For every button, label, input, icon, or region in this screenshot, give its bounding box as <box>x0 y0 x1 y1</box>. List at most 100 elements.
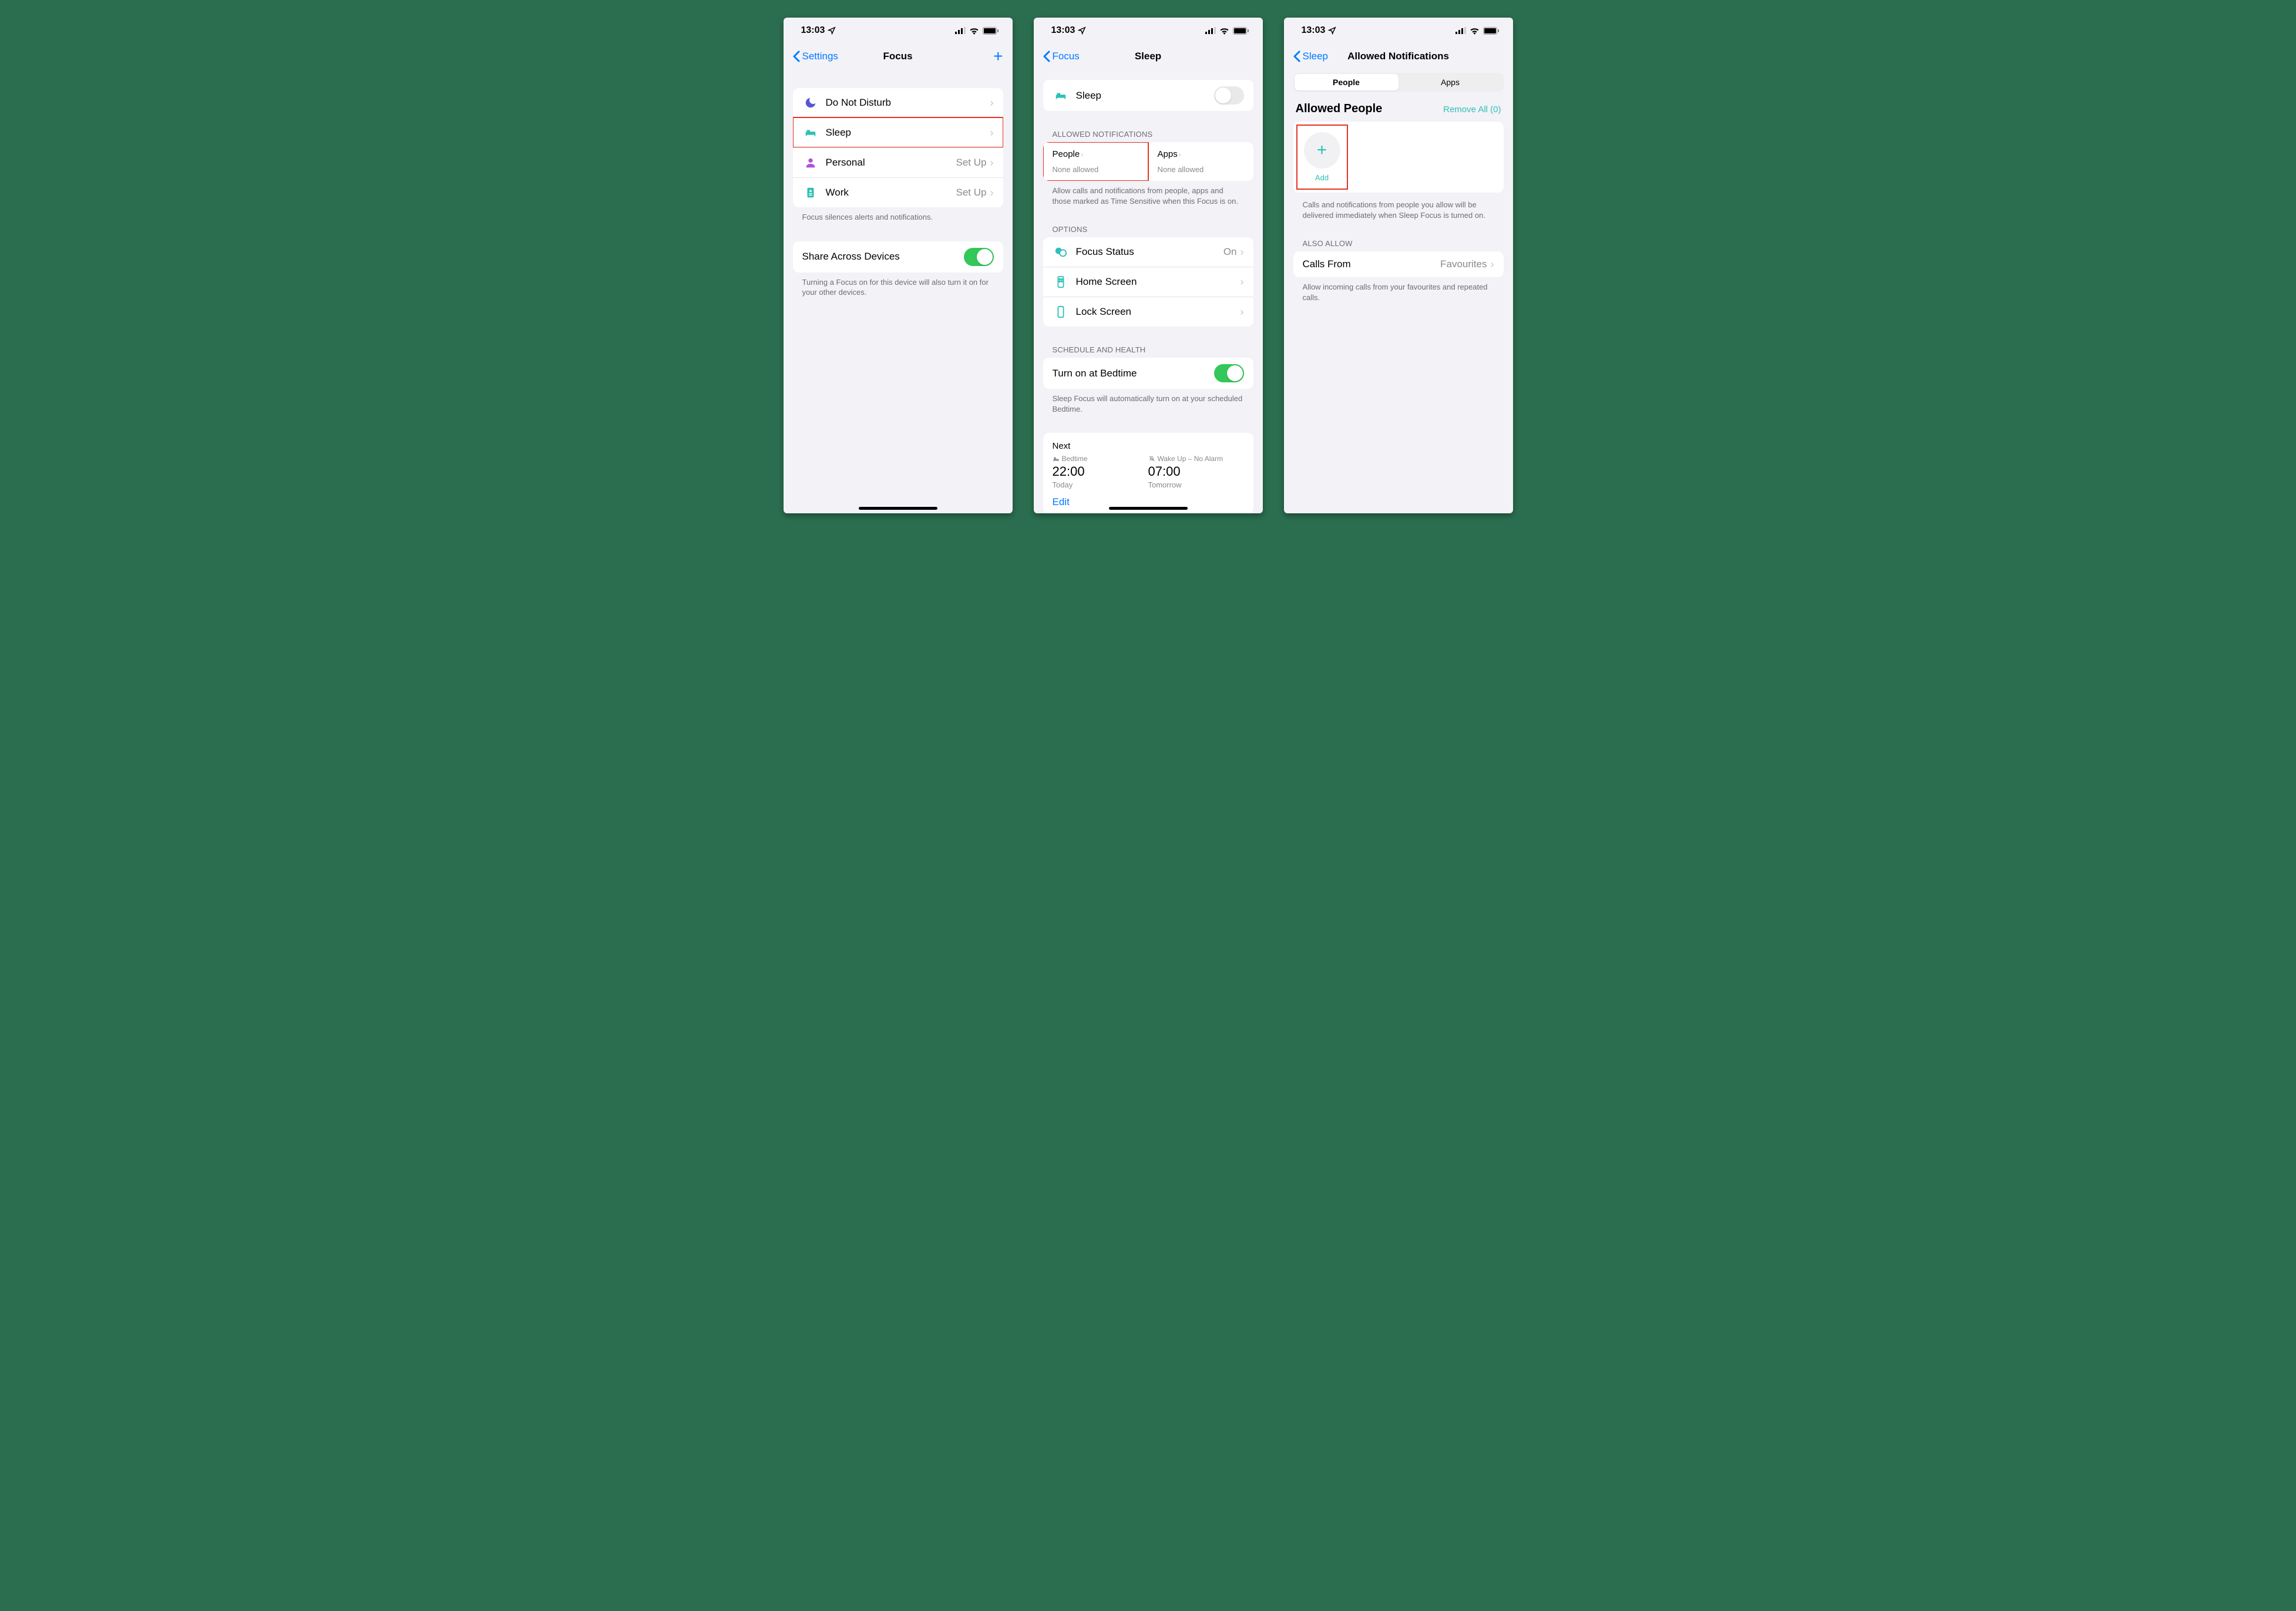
edit-button[interactable]: Edit <box>1053 496 1070 508</box>
group-footer: Turning a Focus on for this device will … <box>784 273 1013 298</box>
back-label: Sleep <box>1303 51 1328 62</box>
group-header: ALSO ALLOW <box>1284 239 1513 251</box>
row-value: Set Up <box>956 157 987 169</box>
tab-apps[interactable]: Apps <box>1399 74 1502 90</box>
page-title: Sleep <box>1135 51 1161 62</box>
battery-icon <box>983 27 999 35</box>
add-person-button[interactable]: + Add <box>1297 125 1347 189</box>
badge-icon <box>802 184 819 201</box>
page-title: Focus <box>883 51 912 62</box>
add-focus-button[interactable]: + <box>993 47 1003 66</box>
meta-label: Bedtime <box>1062 455 1088 463</box>
bedtime-time: 22:00 <box>1053 464 1148 479</box>
location-arrow-icon <box>828 26 836 35</box>
share-across-devices-row: Share Across Devices <box>793 241 1003 273</box>
share-devices-switch[interactable] <box>964 248 994 266</box>
location-arrow-icon <box>1078 26 1086 35</box>
tab-people[interactable]: People <box>1295 74 1399 90</box>
cellular-icon <box>1455 27 1466 34</box>
sub-value: None allowed <box>1053 165 1139 174</box>
focus-item-work[interactable]: Work Set Up › <box>793 177 1003 207</box>
status-icons <box>1455 27 1499 35</box>
wakeup-day: Tomorrow <box>1148 480 1244 489</box>
sleep-switch[interactable] <box>1214 86 1244 105</box>
focus-item-dnd[interactable]: Do Not Disturb › <box>793 88 1003 117</box>
wakeup-block: Wake Up – No Alarm 07:00 Tomorrow <box>1148 455 1244 489</box>
plus-icon: + <box>1304 132 1340 169</box>
home-indicator[interactable] <box>859 507 937 510</box>
schedule-card: Next Bedtime 22:00 Today Wake Up – No <box>1043 433 1253 513</box>
group-footer: Allow incoming calls from your favourite… <box>1284 277 1513 302</box>
back-label: Focus <box>1053 51 1080 62</box>
wifi-icon <box>1470 27 1480 35</box>
bed-icon <box>802 125 819 141</box>
home-indicator[interactable] <box>1109 507 1188 510</box>
battery-icon <box>1483 27 1499 35</box>
group-header: ALLOWED NOTIFICATIONS <box>1034 130 1263 142</box>
chevron-right-icon: › <box>1241 246 1244 258</box>
group-footer: Allow calls and notifications from peopl… <box>1034 181 1263 206</box>
back-button[interactable]: Settings <box>793 51 838 62</box>
row-label: Turn on at Bedtime <box>1053 368 1214 379</box>
nav-bar: Settings Focus + <box>784 43 1013 69</box>
row-label: Focus Status <box>1076 246 1223 258</box>
bedtime-toggle-row: Turn on at Bedtime <box>1043 358 1253 389</box>
phone-sleep-detail: 13:03 Focus Sleep Sleep <box>1034 18 1263 513</box>
lock-screen-icon <box>1053 304 1069 320</box>
lock-screen-row[interactable]: Lock Screen › <box>1043 297 1253 327</box>
group-footer: Focus silences alerts and notifications. <box>784 207 1013 223</box>
sub-label: Apps <box>1158 149 1178 159</box>
chevron-right-icon: › <box>1179 150 1181 159</box>
status-time: 13:03 <box>1302 25 1326 36</box>
row-label: Home Screen <box>1076 276 1241 288</box>
row-label: Sleep <box>826 127 990 139</box>
calls-from-row[interactable]: Calls From Favourites › <box>1293 251 1504 277</box>
status-bar: 13:03 <box>1034 18 1263 43</box>
row-label: Calls From <box>1303 258 1441 270</box>
wifi-icon <box>1219 27 1229 35</box>
status-icons <box>955 27 999 35</box>
home-screen-icon <box>1053 274 1069 290</box>
phone-allowed-notifications: 13:03 Sleep Allowed Notifications People… <box>1284 18 1513 513</box>
group-footer: Sleep Focus will automatically turn on a… <box>1034 389 1263 414</box>
group-header: SCHEDULE AND HEALTH <box>1034 345 1263 358</box>
back-button[interactable]: Sleep <box>1293 51 1328 62</box>
row-value: On <box>1223 246 1237 258</box>
phone-focus-list: 13:03 Settings Focus + Do Not Disturb <box>784 18 1013 513</box>
row-label: Personal <box>826 157 956 169</box>
home-screen-row[interactable]: Home Screen › <box>1043 267 1253 297</box>
bed-icon <box>1053 456 1060 462</box>
status-time: 13:03 <box>801 25 825 36</box>
cellular-icon <box>955 27 966 34</box>
sub-label: People <box>1053 149 1080 159</box>
back-label: Settings <box>802 51 838 62</box>
group-footer: Calls and notifications from people you … <box>1284 193 1513 220</box>
chevron-right-icon: › <box>990 157 994 169</box>
back-button[interactable]: Focus <box>1043 51 1080 62</box>
bedtime-switch[interactable] <box>1214 364 1244 382</box>
location-arrow-icon <box>1328 26 1336 35</box>
focus-item-personal[interactable]: Personal Set Up › <box>793 147 1003 177</box>
meta-label: Wake Up – No Alarm <box>1158 455 1223 463</box>
cellular-icon <box>1205 27 1216 34</box>
moon-icon <box>802 95 819 111</box>
allowed-apps-button[interactable]: Apps› None allowed <box>1148 142 1253 181</box>
row-label: Share Across Devices <box>802 251 964 263</box>
chevron-right-icon: › <box>1491 258 1494 271</box>
focus-status-row[interactable]: Focus Status On › <box>1043 237 1253 267</box>
chevron-right-icon: › <box>990 187 994 199</box>
sub-value: None allowed <box>1158 165 1244 174</box>
allowed-people-button[interactable]: People› None allowed <box>1043 142 1148 181</box>
chevron-right-icon: › <box>1241 276 1244 288</box>
chevron-right-icon: › <box>990 127 994 139</box>
status-bar: 13:03 <box>784 18 1013 43</box>
remove-all-button[interactable]: Remove All (0) <box>1443 105 1501 115</box>
page-title: Allowed Notifications <box>1347 51 1449 62</box>
sleep-toggle-row: Sleep <box>1043 80 1253 111</box>
bedtime-block: Bedtime 22:00 Today <box>1053 455 1148 489</box>
focus-item-sleep[interactable]: Sleep › <box>793 117 1003 147</box>
row-label: Work <box>826 187 956 199</box>
row-label: Sleep <box>1076 90 1214 102</box>
chevron-right-icon: › <box>1241 306 1244 318</box>
status-time: 13:03 <box>1051 25 1075 36</box>
